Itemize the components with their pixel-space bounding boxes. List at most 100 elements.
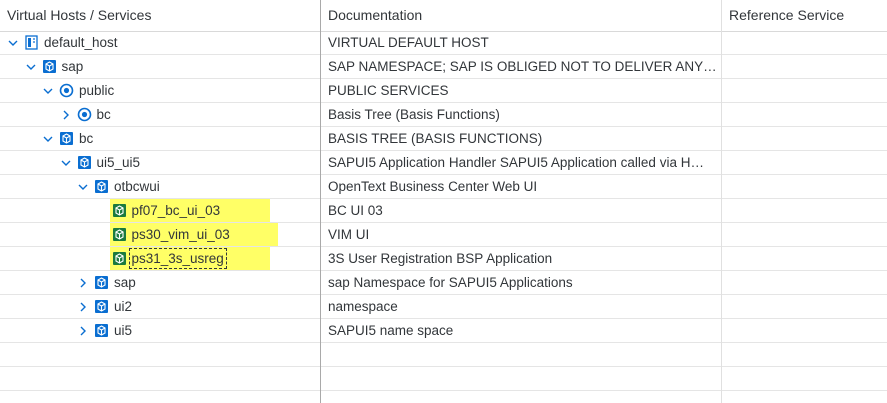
reference-service-cell <box>721 199 887 222</box>
table-row[interactable]: ui5_ui5 SAPUI5 Application Handler SAPUI5… <box>0 151 887 175</box>
reference-service-cell <box>721 103 887 126</box>
host-icon <box>24 35 39 50</box>
service-node-icon <box>42 59 57 74</box>
reference-service-cell <box>721 223 887 246</box>
documentation-cell: BASIS TREE (BASIS FUNCTIONS) <box>328 131 543 146</box>
public-target-icon <box>77 107 92 122</box>
service-name-label[interactable]: default_host <box>44 31 118 54</box>
column-header-virtual-hosts[interactable]: Virtual Hosts / Services <box>0 0 320 31</box>
service-name-label[interactable]: pf07_bc_ui_03 <box>132 199 221 222</box>
service-node-icon <box>59 131 74 146</box>
virtual-host-cell: default_host <box>0 31 320 54</box>
virtual-host-cell: ui5_ui5 <box>0 151 320 174</box>
virtual-host-cell: bc <box>0 127 320 150</box>
column-divider[interactable] <box>320 0 321 403</box>
service-leaf-icon <box>112 251 127 266</box>
table-row[interactable]: ps31_3s_usreg 3S User Registration BSP Ap… <box>0 247 887 271</box>
expand-toggle-icon[interactable] <box>76 295 90 318</box>
table-row[interactable]: otbcwui OpenText Business Center Web UI <box>0 175 887 199</box>
collapse-toggle-icon[interactable] <box>6 31 20 54</box>
service-name-label[interactable]: ps31_3s_usreg <box>128 248 227 269</box>
service-leaf-icon <box>112 203 127 218</box>
reference-service-cell <box>721 367 887 390</box>
documentation-cell: VIM UI <box>328 227 370 242</box>
reference-service-cell <box>721 31 887 54</box>
documentation-cell: 3S User Registration BSP Application <box>328 251 553 266</box>
table-row[interactable]: sap sap Namespace for SAPUI5 Applications <box>0 271 887 295</box>
virtual-host-cell: sap <box>0 271 320 294</box>
service-node-icon <box>94 299 109 314</box>
reference-service-cell <box>721 343 887 366</box>
service-node-icon <box>94 323 109 338</box>
table-row[interactable]: bc BASIS TREE (BASIS FUNCTIONS) <box>0 127 887 151</box>
expand-toggle-icon[interactable] <box>59 103 73 126</box>
expand-toggle-icon[interactable] <box>76 271 90 294</box>
reference-service-cell <box>721 271 887 294</box>
virtual-host-cell <box>0 367 320 390</box>
service-name-label[interactable]: otbcwui <box>114 175 160 198</box>
table-body: default_host VIRTUAL DEFAULT HOST sap SAP N… <box>0 31 887 391</box>
virtual-host-cell: bc <box>0 103 320 126</box>
collapse-toggle-icon[interactable] <box>41 127 55 150</box>
service-name-label[interactable]: sap <box>62 55 84 78</box>
service-tree-table: Virtual Hosts / Services Documentation R… <box>0 0 887 403</box>
reference-service-cell <box>721 151 887 174</box>
column-divider[interactable] <box>721 0 722 403</box>
documentation-cell: SAP NAMESPACE; SAP IS OBLIGED NOT TO DEL… <box>328 59 717 74</box>
virtual-host-cell: public <box>0 79 320 102</box>
reference-service-cell <box>721 79 887 102</box>
service-name-label[interactable]: bc <box>79 127 93 150</box>
reference-service-cell <box>721 247 887 270</box>
service-name-label[interactable]: public <box>79 79 114 102</box>
table-row[interactable]: sap SAP NAMESPACE; SAP IS OBLIGED NOT TO … <box>0 55 887 79</box>
service-name-label[interactable]: bc <box>97 103 111 126</box>
reference-service-cell <box>721 127 887 150</box>
table-row[interactable]: ui2 namespace <box>0 295 887 319</box>
virtual-host-cell: ps30_vim_ui_03 <box>0 223 320 246</box>
table-row <box>0 367 887 391</box>
expand-toggle-icon[interactable] <box>76 319 90 342</box>
service-node-icon <box>77 155 92 170</box>
service-name-label[interactable]: sap <box>114 271 136 294</box>
collapse-toggle-icon[interactable] <box>41 79 55 102</box>
documentation-cell: PUBLIC SERVICES <box>328 83 449 98</box>
service-name-label[interactable]: ui2 <box>114 295 132 318</box>
table-row[interactable]: default_host VIRTUAL DEFAULT HOST <box>0 31 887 55</box>
table-row[interactable]: public PUBLIC SERVICES <box>0 79 887 103</box>
documentation-cell: SAPUI5 Application Handler SAPUI5 Applic… <box>328 155 704 170</box>
virtual-host-cell: ps31_3s_usreg <box>0 247 320 270</box>
virtual-host-cell: otbcwui <box>0 175 320 198</box>
collapse-toggle-icon[interactable] <box>59 151 73 174</box>
table-row[interactable]: ps30_vim_ui_03 VIM UI <box>0 223 887 247</box>
documentation-cell: BC UI 03 <box>328 203 383 218</box>
table-header: Virtual Hosts / Services Documentation R… <box>0 0 887 32</box>
documentation-cell: OpenText Business Center Web UI <box>328 179 538 194</box>
table-row[interactable]: bc Basis Tree (Basis Functions) <box>0 103 887 127</box>
documentation-cell: SAPUI5 name space <box>328 323 454 338</box>
reference-service-cell <box>721 175 887 198</box>
virtual-host-cell: sap <box>0 55 320 78</box>
table-row[interactable]: pf07_bc_ui_03 BC UI 03 <box>0 199 887 223</box>
service-leaf-icon <box>112 227 127 242</box>
virtual-host-cell <box>0 343 320 366</box>
collapse-toggle-icon[interactable] <box>76 175 90 198</box>
virtual-host-cell: pf07_bc_ui_03 <box>0 199 320 222</box>
reference-service-cell <box>721 55 887 78</box>
documentation-cell <box>320 343 721 366</box>
service-name-label[interactable]: ps30_vim_ui_03 <box>132 223 230 246</box>
documentation-cell: Basis Tree (Basis Functions) <box>328 107 500 122</box>
table-row[interactable]: ui5 SAPUI5 name space <box>0 319 887 343</box>
column-header-reference-service[interactable]: Reference Service <box>721 0 887 31</box>
table-row <box>0 343 887 367</box>
public-target-icon <box>59 83 74 98</box>
virtual-host-cell: ui2 <box>0 295 320 318</box>
service-node-icon <box>94 275 109 290</box>
reference-service-cell <box>721 295 887 318</box>
documentation-cell: namespace <box>328 299 398 314</box>
collapse-toggle-icon[interactable] <box>24 55 38 78</box>
documentation-cell: VIRTUAL DEFAULT HOST <box>328 35 489 50</box>
column-header-documentation[interactable]: Documentation <box>320 0 721 31</box>
service-node-icon <box>94 179 109 194</box>
service-name-label[interactable]: ui5_ui5 <box>97 151 141 174</box>
service-name-label[interactable]: ui5 <box>114 319 132 342</box>
